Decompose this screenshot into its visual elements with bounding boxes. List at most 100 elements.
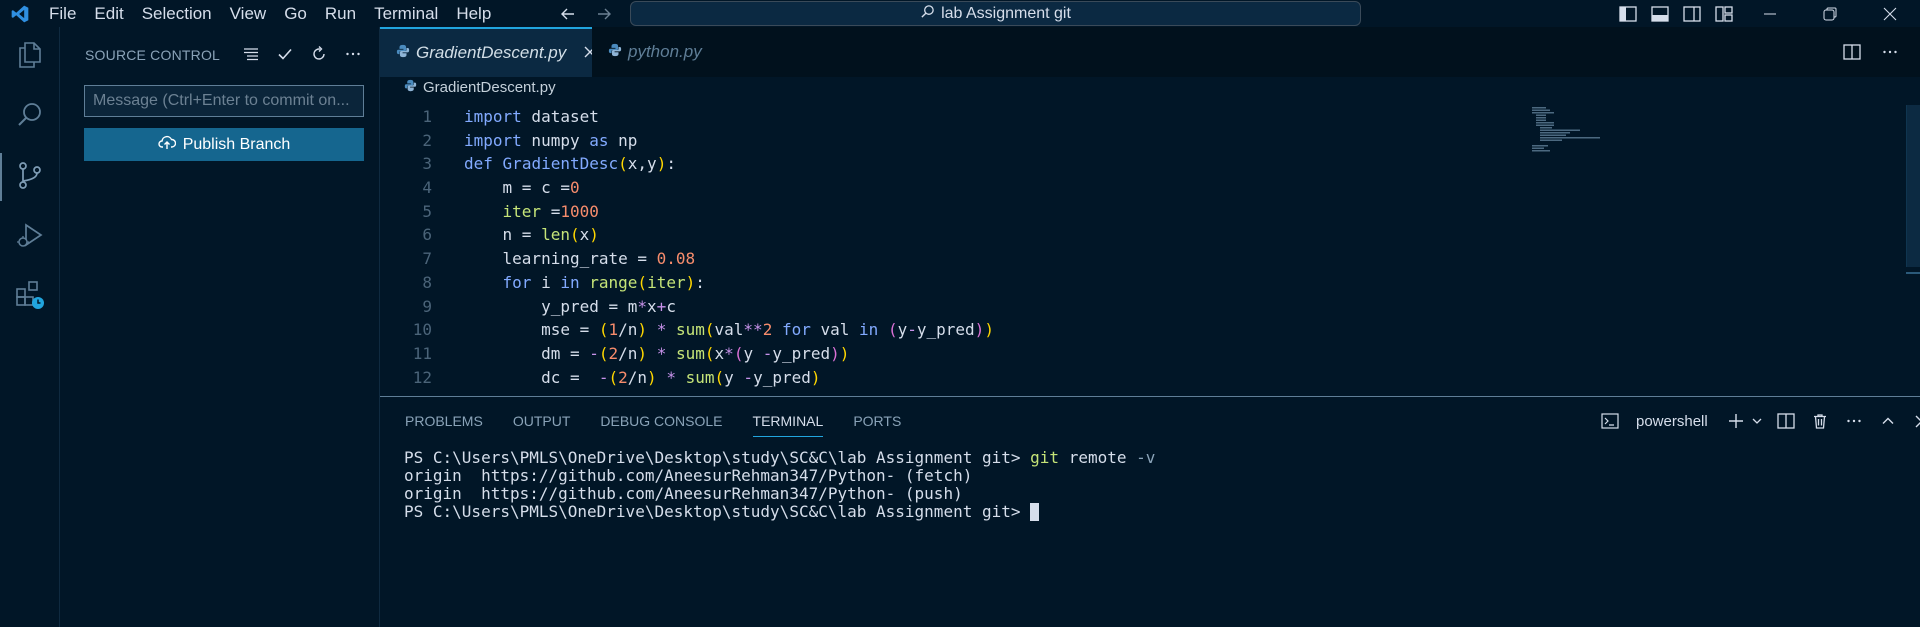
menu-terminal[interactable]: Terminal	[365, 0, 447, 27]
tab-label: python.py	[628, 42, 702, 61]
code-line: 2 import numpy as np	[380, 129, 1920, 153]
code-line: 11 dm = -(2/n) * sum(x*(y -y_pred))	[380, 342, 1920, 366]
tab-python-py[interactable]: python.py	[592, 27, 742, 77]
line-number: 6	[422, 225, 432, 245]
tab-output[interactable]: OUTPUT	[513, 407, 571, 437]
activity-run-debug[interactable]	[0, 207, 60, 267]
activity-bar	[0, 27, 60, 627]
commit-check-icon[interactable]	[275, 44, 295, 64]
new-terminal-icon[interactable]	[1724, 409, 1748, 433]
terminal-prompt: PS C:\Users\PMLS\OneDrive\Desktop\study\…	[404, 502, 1021, 521]
terminal-prompt: PS C:\Users\PMLS\OneDrive\Desktop\study\…	[404, 448, 1021, 467]
layout-controls	[1616, 0, 1736, 27]
minimap[interactable]	[1530, 105, 1620, 165]
command-center-search[interactable]: lab Assignment git	[630, 1, 1361, 26]
line-number: 1	[422, 107, 432, 126]
bottom-panel: PROBLEMS OUTPUT DEBUG CONSOLE TERMINAL P…	[380, 396, 1920, 627]
view-as-tree-icon[interactable]	[241, 44, 261, 64]
menu-help[interactable]: Help	[447, 0, 500, 27]
split-terminal-icon[interactable]	[1774, 409, 1798, 433]
activity-search[interactable]	[0, 87, 60, 147]
line-number: 5	[422, 201, 432, 221]
code-line: 12 dc = -(2/n) * sum(y -y_pred)	[380, 366, 1920, 390]
vscode-logo-icon[interactable]	[0, 0, 40, 27]
split-editor-icon[interactable]	[1842, 42, 1862, 62]
panel-actions: powershell	[1598, 409, 1920, 433]
files-icon	[15, 40, 45, 75]
code-line: 4 m = c =0	[380, 176, 1920, 200]
python-file-icon	[608, 42, 622, 62]
breadcrumb-file[interactable]: GradientDescent.py	[423, 79, 556, 96]
menu-go[interactable]: Go	[275, 0, 316, 27]
code-line: 8 for i in range(iter):	[380, 271, 1920, 295]
editor-scrollbar[interactable]	[1906, 105, 1920, 267]
commit-message-input[interactable]	[84, 85, 364, 117]
activity-extensions[interactable]	[0, 267, 60, 327]
trash-icon[interactable]	[1808, 409, 1832, 433]
editor-actions	[1842, 42, 1900, 62]
tab-terminal[interactable]: TERMINAL	[752, 407, 824, 437]
forward-arrow-icon[interactable]	[594, 4, 614, 24]
tab-debug-console[interactable]: DEBUG CONSOLE	[600, 407, 722, 437]
more-actions-icon[interactable]	[1880, 42, 1900, 62]
line-number: 7	[422, 249, 432, 269]
code-line: 9 y_pred = m*x+c	[380, 295, 1920, 319]
line-number: 8	[422, 272, 432, 292]
close-window-icon[interactable]	[1860, 0, 1920, 27]
code-line: 1 import dataset	[380, 105, 1920, 129]
tab-gradientdescent-py[interactable]: GradientDescent.py	[380, 27, 596, 77]
terminal-line: origin https://github.com/AneesurRehman3…	[404, 484, 963, 503]
line-number: 2	[422, 130, 432, 150]
line-number: 9	[422, 296, 432, 316]
run-debug-icon	[15, 220, 45, 255]
extensions-icon	[14, 279, 46, 316]
line-number: 3	[422, 154, 432, 174]
line-number: 12	[412, 367, 432, 387]
refresh-icon[interactable]	[309, 44, 329, 64]
menu-edit[interactable]: Edit	[85, 0, 132, 27]
menu-run[interactable]: Run	[316, 0, 365, 27]
menu-file[interactable]: File	[40, 0, 85, 27]
more-actions-icon[interactable]	[343, 44, 363, 64]
breadcrumb: GradientDescent.py	[380, 77, 1920, 97]
terminal-shell-label[interactable]: powershell	[1636, 413, 1708, 430]
restore-icon[interactable]	[1800, 0, 1860, 27]
menu-view[interactable]: View	[221, 0, 276, 27]
publish-branch-button[interactable]: Publish Branch	[84, 128, 364, 161]
python-file-icon	[404, 79, 417, 96]
source-control-icon	[15, 160, 45, 195]
terminal-icon	[1598, 409, 1622, 433]
source-control-sidebar: SOURCE CONTROL Publish Branch	[60, 27, 380, 627]
customize-layout-icon[interactable]	[1712, 2, 1736, 26]
sidebar-actions	[241, 44, 363, 64]
tab-problems[interactable]: PROBLEMS	[405, 407, 483, 437]
terminal-output[interactable]: PS C:\Users\PMLS\OneDrive\Desktop\study\…	[404, 449, 1155, 521]
close-panel-icon[interactable]	[1910, 409, 1920, 433]
back-arrow-icon[interactable]	[558, 4, 578, 24]
tab-ports[interactable]: PORTS	[853, 407, 901, 437]
maximize-panel-icon[interactable]	[1876, 409, 1900, 433]
navigation-arrows	[558, 0, 614, 27]
activity-source-control[interactable]	[0, 147, 60, 207]
minimize-icon[interactable]	[1740, 0, 1800, 27]
title-bar: File Edit Selection View Go Run Terminal…	[0, 0, 1920, 27]
line-number: 4	[422, 178, 432, 198]
sidebar-title: SOURCE CONTROL	[85, 47, 221, 63]
terminal-cursor	[1030, 503, 1040, 521]
code-editor[interactable]: 1 import dataset 2 import numpy as np 3 def…	[380, 105, 1920, 397]
terminal-command: git	[1030, 448, 1060, 467]
toggle-primary-sidebar-icon[interactable]	[1616, 2, 1640, 26]
menu-selection[interactable]: Selection	[133, 0, 221, 27]
terminal-command-flag: -v	[1136, 448, 1156, 467]
chevron-down-icon[interactable]	[1750, 409, 1764, 433]
editor-tabs: GradientDescent.py python.py	[380, 27, 1920, 77]
window-controls	[1740, 0, 1920, 27]
line-number: 11	[412, 343, 432, 363]
terminal-line: origin https://github.com/AneesurRehman3…	[404, 466, 973, 485]
code-line: 7 learning_rate = 0.08	[380, 247, 1920, 271]
more-actions-icon[interactable]	[1842, 409, 1866, 433]
toggle-panel-icon[interactable]	[1648, 2, 1672, 26]
activity-explorer[interactable]	[0, 27, 60, 87]
toggle-secondary-sidebar-icon[interactable]	[1680, 2, 1704, 26]
terminal-command-args: remote	[1068, 448, 1127, 467]
